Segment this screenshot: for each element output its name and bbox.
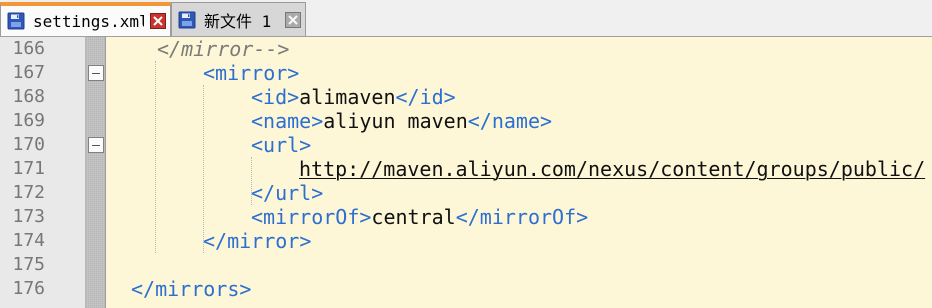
code-token: central <box>371 205 456 229</box>
code-token: </mirror--> <box>157 37 290 61</box>
tab-settings-label: settings.xml <box>33 11 144 31</box>
line-number: 173 <box>12 206 45 227</box>
line-number: 169 <box>12 110 45 131</box>
fold-toggle-icon[interactable] <box>88 65 104 81</box>
code-token: <id> <box>251 85 300 109</box>
floppy-disk-icon <box>7 12 25 30</box>
code-token: aliyun maven <box>323 109 468 133</box>
line-code: http://maven.aliyun.com/nexus/content/gr… <box>299 157 925 181</box>
code-token: </mirror> <box>203 229 312 253</box>
code-token: <mirror> <box>203 61 300 85</box>
code-token: <name> <box>251 109 324 133</box>
line-number: 168 <box>12 86 45 107</box>
code-line: 171 http://maven.aliyun.com/nexus/content… <box>0 157 932 181</box>
line-code: <id>alimaven</id> <box>251 85 456 109</box>
editor-window: settings.xml 新文件 1 166 </mirror--> 167 <… <box>0 0 932 308</box>
tab-bar: settings.xml 新文件 1 <box>0 0 932 37</box>
close-icon[interactable] <box>150 13 166 29</box>
code-token: </mirrorOf> <box>455 205 589 229</box>
code-token: alimaven <box>299 85 396 109</box>
code-line: 170 <url> <box>0 133 932 157</box>
editor-content[interactable]: 166 </mirror--> 167 <mirror> 168 <id>alimaven… <box>0 37 932 308</box>
code-line: 173 <mirrorOf>central</mirrorOf> <box>0 205 932 229</box>
code-line: 167 <mirror> <box>0 61 932 85</box>
code-line: 175 <box>0 253 932 277</box>
line-code: <name>aliyun maven</name> <box>251 109 552 133</box>
code-line: 174 </mirror> <box>0 229 932 253</box>
line-number: 166 <box>12 38 45 59</box>
line-code: <mirror> <box>203 61 299 85</box>
line-code: <url> <box>251 133 311 157</box>
line-number: 175 <box>12 254 45 275</box>
code-line: 166 </mirror--> <box>0 37 932 61</box>
code-token: </mirrors> <box>131 277 252 301</box>
tab-new-file-label: 新文件 1 <box>204 11 272 31</box>
tab-new-file-1[interactable]: 新文件 1 <box>171 2 306 36</box>
floppy-disk-icon <box>178 11 196 28</box>
url-link[interactable]: http://maven.aliyun.com/nexus/content/gr… <box>299 157 925 181</box>
tab-settings-xml[interactable]: settings.xml <box>0 2 171 36</box>
line-code: </mirror> <box>203 229 311 253</box>
code-line: 176 </mirrors> <box>0 277 932 301</box>
line-code: </mirrors> <box>131 277 251 301</box>
line-code: </mirror--> <box>157 37 289 61</box>
code-token: </name> <box>467 109 553 133</box>
line-code: <mirrorOf>central</mirrorOf> <box>251 205 588 229</box>
close-icon[interactable] <box>285 11 301 28</box>
code-line: 172 </url> <box>0 181 932 205</box>
code-token: <mirrorOf> <box>251 205 372 229</box>
line-code: </url> <box>251 181 323 205</box>
line-number: 167 <box>12 62 45 83</box>
line-number: 172 <box>12 182 45 203</box>
code-token: </id> <box>395 85 456 109</box>
line-number: 176 <box>12 278 45 299</box>
line-number: 174 <box>12 230 45 251</box>
code-token: <url> <box>251 133 312 157</box>
fold-toggle-icon[interactable] <box>88 137 104 153</box>
line-number: 170 <box>12 134 45 155</box>
code-token: </url> <box>251 181 324 205</box>
code-line: 169 <name>aliyun maven</name> <box>0 109 932 133</box>
code-line: 168 <id>alimaven</id> <box>0 85 932 109</box>
line-number: 171 <box>12 158 45 179</box>
